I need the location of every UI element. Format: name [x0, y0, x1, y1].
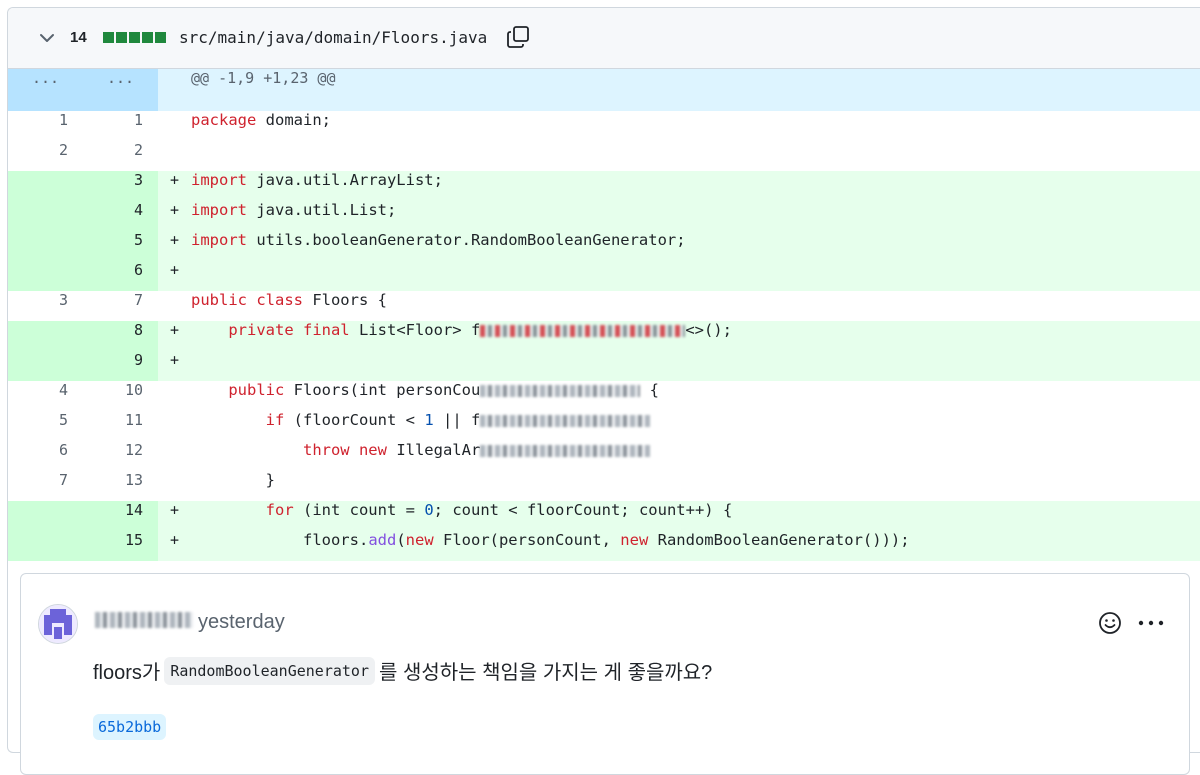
add-marker: +	[170, 321, 180, 339]
diff-line-added: 14 + for (int count = 0; count < floorCo…	[8, 501, 1200, 531]
new-line-number[interactable]: 12	[83, 441, 143, 471]
diffstat-block	[116, 32, 127, 43]
old-line-number[interactable]: 1	[8, 111, 68, 141]
diff-line: 7 13 }	[8, 471, 1200, 501]
comment-time[interactable]: yesterday	[198, 611, 285, 634]
hunk-header: @@ -1,9 +1,23 @@	[191, 69, 336, 87]
expand-up-button[interactable]: ...	[8, 69, 83, 111]
diff-line-added: 5 + import utils.booleanGenerator.Random…	[8, 231, 1200, 261]
chevron-down-icon[interactable]	[38, 29, 56, 47]
diffstat-block	[155, 32, 166, 43]
add-marker: +	[170, 171, 180, 189]
old-line-number[interactable]: 3	[8, 291, 68, 321]
code-line: import java.util.ArrayList;	[191, 171, 443, 189]
code-line: public class Floors {	[191, 291, 387, 309]
comment-body: floors가 RandomBooleanGenerator 를 생성하는 책임…	[93, 656, 712, 685]
diff-line: 2 2	[8, 141, 1200, 171]
change-count: 14	[70, 29, 87, 46]
smiley-icon[interactable]	[1098, 611, 1122, 635]
diff-line-added: 15 + floors.add(new Floor(personCount, n…	[8, 531, 1200, 561]
code-line: import java.util.List;	[191, 201, 397, 219]
new-line-number[interactable]: 11	[83, 411, 143, 441]
diff-line-added: 4 + import java.util.List;	[8, 201, 1200, 231]
file-path[interactable]: src/main/java/domain/Floors.java	[179, 28, 487, 47]
code-line: package domain;	[191, 111, 331, 129]
new-line-number[interactable]: 8	[83, 321, 143, 351]
add-marker: +	[170, 531, 180, 549]
kebab-horizontal-icon[interactable]	[1136, 613, 1166, 633]
new-line-number[interactable]: 4	[83, 201, 143, 231]
new-line-number[interactable]: 9	[83, 351, 143, 381]
diff-line-added: 9 +	[8, 351, 1200, 381]
review-comment: yesterday floors가 RandomBooleanGenerator…	[20, 573, 1190, 775]
file-header: 14 src/main/java/domain/Floors.java	[8, 8, 1200, 69]
new-line-number[interactable]: 7	[83, 291, 143, 321]
code-line: floors.add(new Floor(personCount, new Ra…	[191, 531, 910, 549]
add-marker: +	[170, 351, 180, 369]
diffstat-block	[129, 32, 140, 43]
add-marker: +	[170, 231, 180, 249]
expand-down-button[interactable]: ...	[83, 69, 158, 111]
old-line-number[interactable]: 4	[8, 381, 68, 411]
new-line-number[interactable]: 6	[83, 261, 143, 291]
diffstat-blocks	[103, 32, 166, 43]
new-line-number[interactable]: 10	[83, 381, 143, 411]
old-line-number[interactable]: 6	[8, 441, 68, 471]
code-line: private final List<Floor> f <>();	[228, 321, 732, 339]
add-marker: +	[170, 501, 180, 519]
add-marker: +	[170, 201, 180, 219]
diff-line-added: 6 +	[8, 261, 1200, 291]
identicon-icon	[39, 605, 77, 643]
copy-icon[interactable]	[506, 25, 530, 49]
diff-line-added: 8 + private final List<Floor> f <>();	[8, 321, 1200, 351]
avatar[interactable]	[38, 604, 78, 644]
add-marker: +	[170, 261, 180, 279]
new-line-number[interactable]: 5	[83, 231, 143, 261]
new-line-number[interactable]: 3	[83, 171, 143, 201]
code-line: for (int count = 0; count < floorCount; …	[265, 501, 733, 519]
new-line-number[interactable]: 15	[83, 531, 143, 561]
diffstat-block	[103, 32, 114, 43]
old-line-number[interactable]: 2	[8, 141, 68, 171]
comment-text-after: 를 생성하는 책임을 가지는 게 좋을까요?	[379, 662, 713, 684]
code-line: throw new IllegalAr	[191, 441, 651, 459]
diffstat-block	[142, 32, 153, 43]
hunk-header-row: ... ... @@ -1,9 +1,23 @@	[8, 69, 1200, 111]
diff-line: 5 11 if (floorCount < 1 || f	[8, 411, 1200, 441]
commit-link[interactable]: 65b2bbb	[93, 714, 167, 740]
code-line: public Floors(int personCou {	[228, 381, 659, 399]
diff-line: 6 12 throw new IllegalAr	[8, 441, 1200, 471]
code-line: }	[191, 471, 275, 489]
diff-line: 3 7 public class Floors {	[8, 291, 1200, 321]
new-line-number[interactable]: 2	[83, 141, 143, 171]
diff-line-added: 3 + import java.util.ArrayList;	[8, 171, 1200, 201]
comment-text-before: floors가	[93, 662, 161, 684]
diff-line: 4 10 public Floors(int personCou {	[8, 381, 1200, 411]
new-line-number[interactable]: 14	[83, 501, 143, 531]
new-line-number[interactable]: 1	[83, 111, 143, 141]
diff-line: 1 1 package domain;	[8, 111, 1200, 141]
inline-code: RandomBooleanGenerator	[164, 656, 375, 685]
author-name[interactable]	[95, 612, 193, 628]
old-line-number[interactable]: 5	[8, 411, 68, 441]
code-line: if (floorCount < 1 || f	[191, 411, 651, 429]
code-line: import utils.booleanGenerator.RandomBool…	[191, 231, 686, 249]
old-line-number[interactable]: 7	[8, 471, 68, 501]
new-line-number[interactable]: 13	[83, 471, 143, 501]
